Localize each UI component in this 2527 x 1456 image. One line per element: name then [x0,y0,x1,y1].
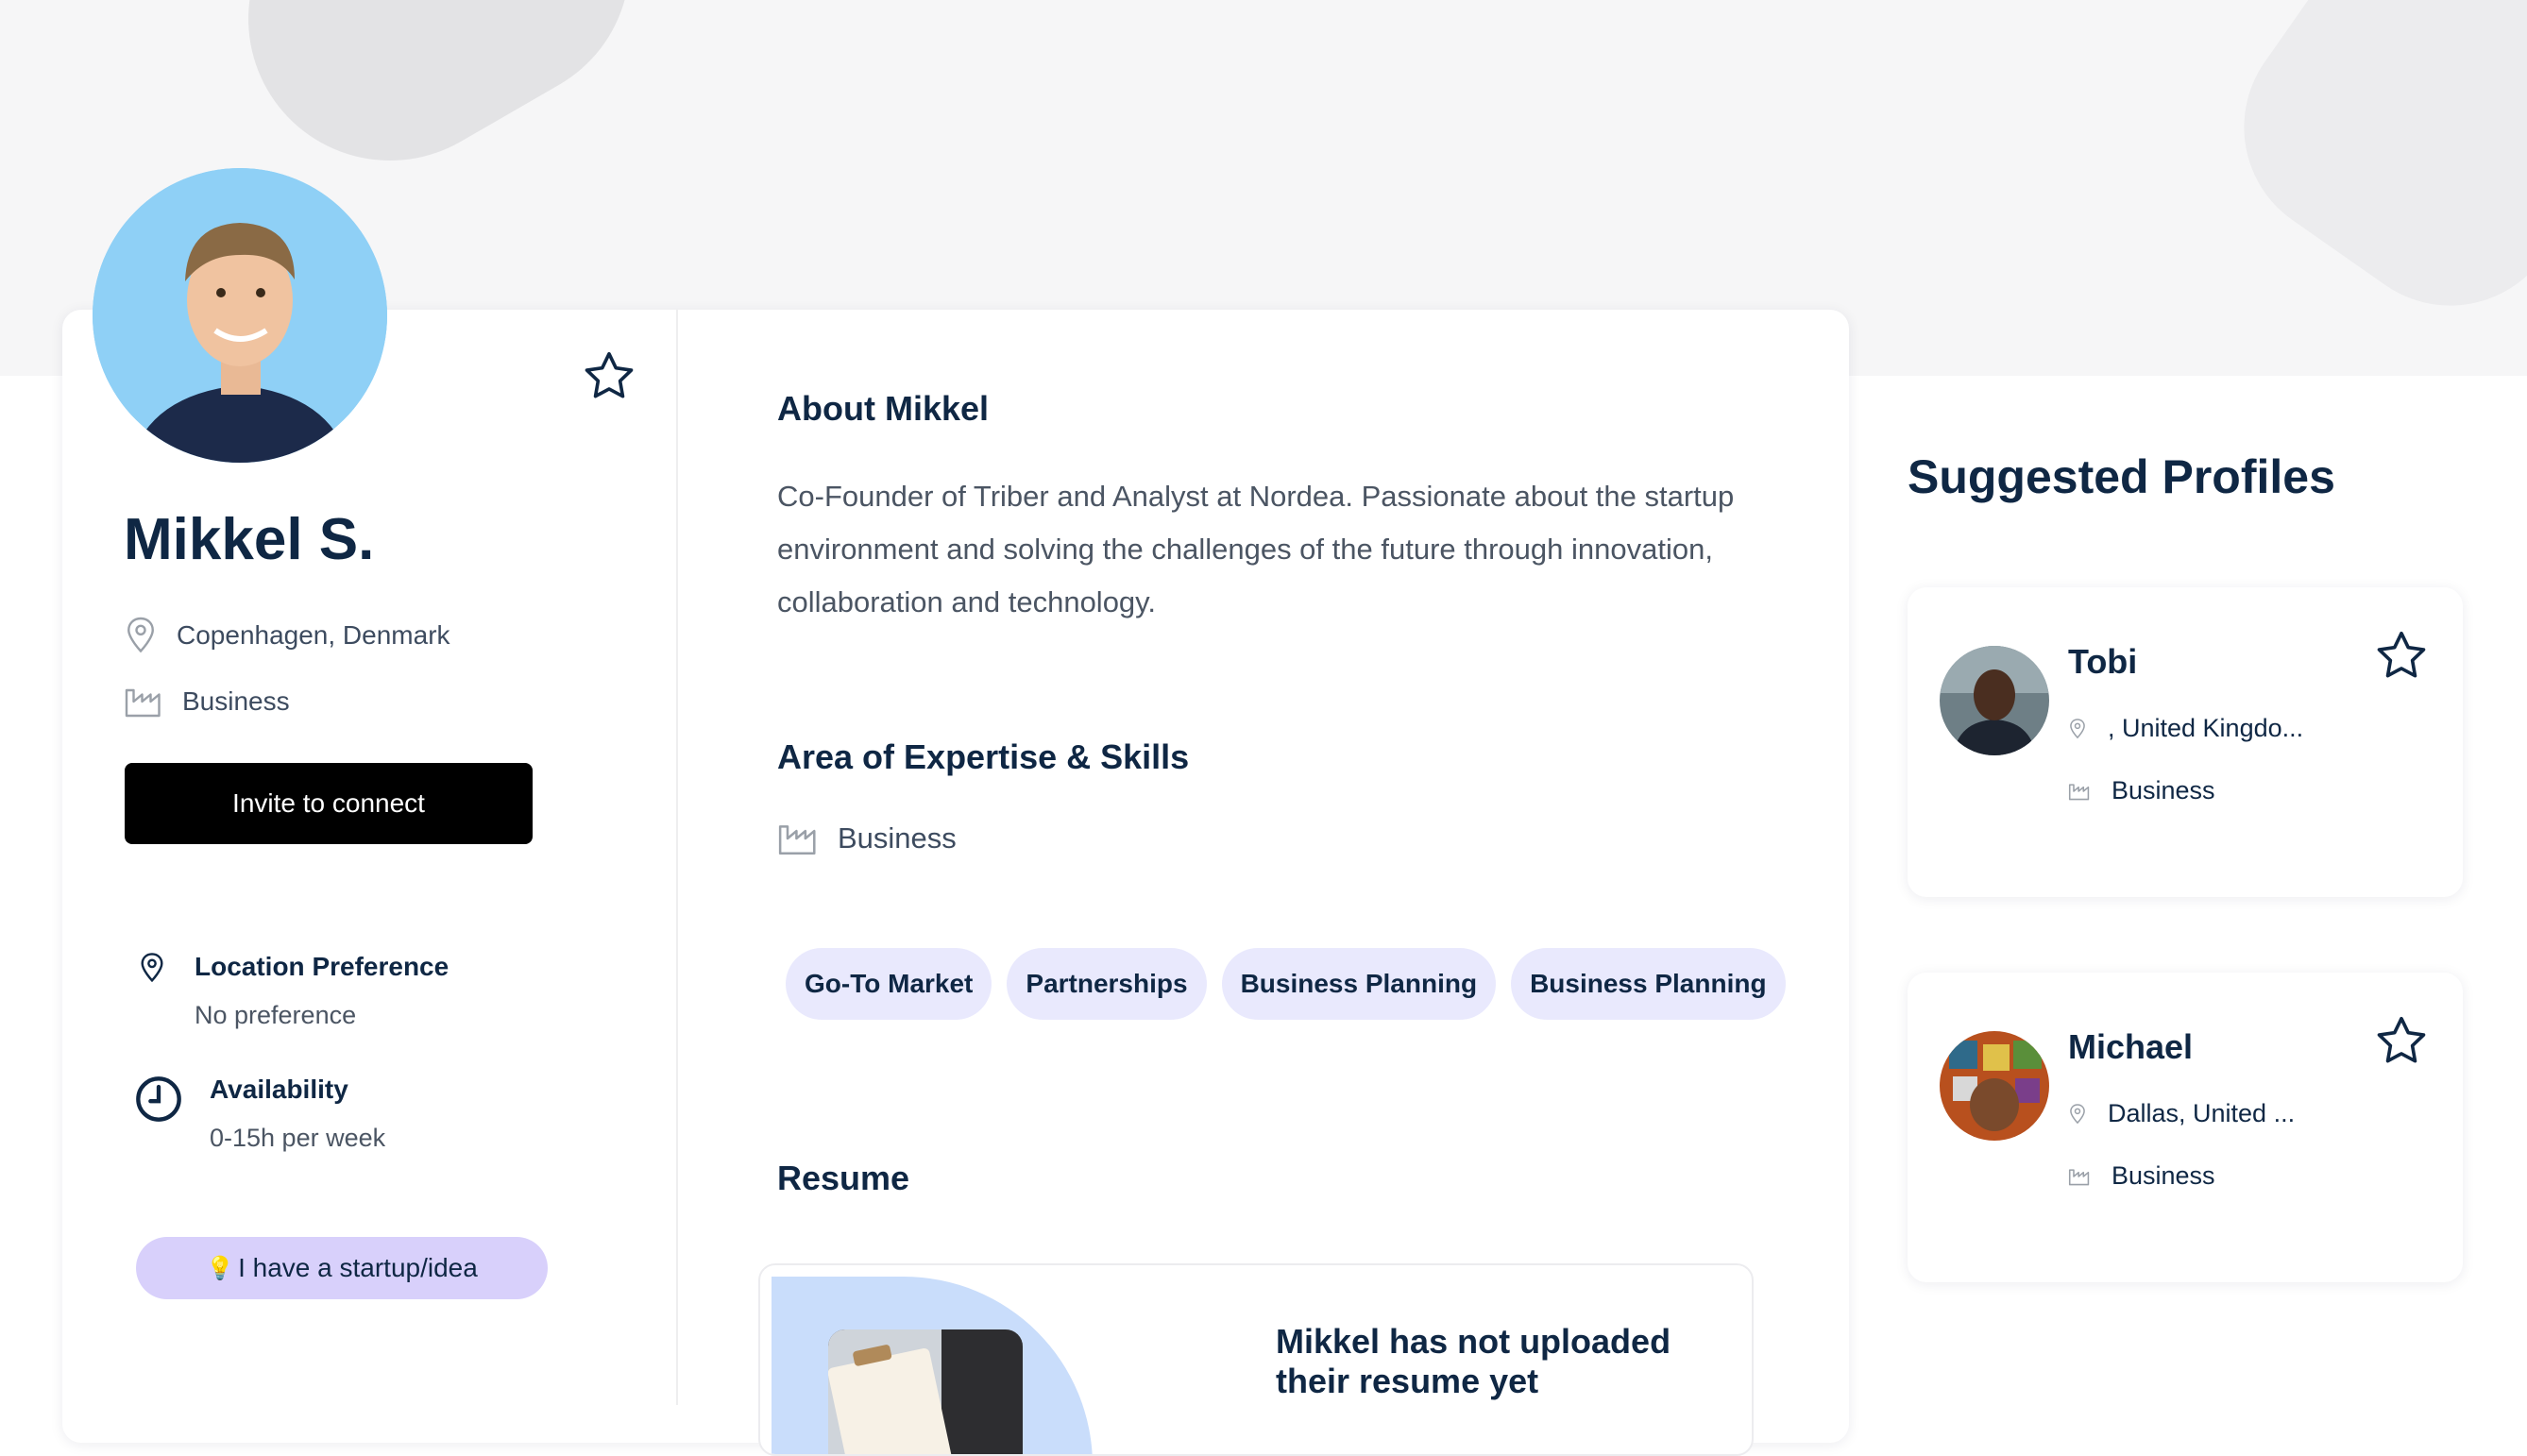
profile-location-text: Copenhagen, Denmark [177,620,450,650]
startup-idea-label: I have a startup/idea [238,1253,478,1282]
favorite-star-icon[interactable] [2372,1012,2431,1071]
suggested-profile-location-text: Dallas, United ... [2108,1099,2296,1127]
skill-tags: Go-To Market Partnerships Business Plann… [786,948,1786,1020]
location-preference-value: No preference [195,1001,357,1029]
suggested-profile-avatar [1940,646,2049,755]
expertise-area: Business [777,820,957,857]
suggested-profile-location-text: , United Kingdo... [2108,714,2304,742]
expertise-area-text: Business [838,821,957,855]
suggested-profile-card[interactable]: Tobi , United Kingdo... Business [1908,587,2463,897]
lightbulb-icon: 💡 [206,1255,235,1281]
suggested-profile-avatar [1940,1031,2049,1141]
about-text: Co-Founder of Triber and Analyst at Nord… [777,480,1735,618]
startup-idea-badge[interactable]: 💡 I have a startup/idea [136,1237,548,1299]
suggested-profile-role-text: Business [2111,1161,2215,1190]
suggested-profile-role: Business [2068,1161,2215,1191]
skill-tag: Business Planning [1221,948,1497,1020]
profile-avatar [93,168,387,463]
resume-card: Mikkel has not uploaded their resume yet [758,1263,1754,1456]
location-pin-icon [124,616,158,655]
skill-tag: Business Planning [1511,948,1786,1020]
suggested-profile-name[interactable]: Michael [2068,1027,2193,1067]
favorite-star-icon[interactable] [2372,627,2431,686]
profile-role: Business [124,684,290,720]
clock-icon-wrap [134,1075,202,1124]
suggested-profile-card[interactable]: Michael Dallas, United ... Business [1908,973,2463,1282]
favorite-star-icon[interactable] [580,347,638,406]
factory-icon [2068,1166,2091,1187]
factory-icon [2068,781,2091,802]
resume-empty-message: Mikkel has not uploaded their resume yet [1276,1322,1671,1400]
availability-value: 0-15h per week [210,1124,386,1152]
skill-tag: Go-To Market [786,948,992,1020]
about-heading: About Mikkel [777,389,990,428]
clock-icon [134,1075,183,1124]
decorative-shape [2199,0,2527,350]
suggested-profile-name[interactable]: Tobi [2068,642,2137,682]
location-pin-icon [138,952,166,984]
profile-name: Mikkel S. [124,507,375,572]
profile-location: Copenhagen, Denmark [124,616,450,655]
invite-to-connect-button[interactable]: Invite to connect [125,763,533,844]
column-divider [676,310,678,1405]
resume-illustration [772,1277,1093,1454]
resume-heading: Resume [777,1159,910,1197]
profile-role-text: Business [182,686,290,716]
clipboard-image [828,1329,1023,1454]
location-pin-icon [2068,718,2087,740]
suggested-profile-location: , United Kingdo... [2068,714,2303,743]
location-pin-icon-wrap [138,952,185,984]
suggested-profile-location: Dallas, United ... [2068,1099,2295,1128]
factory-icon [124,684,163,720]
expertise-heading: Area of Expertise & Skills [777,737,1190,776]
location-preference-title: Location Preference [195,952,449,981]
suggested-profile-role: Business [2068,776,2215,805]
suggested-profile-role-text: Business [2111,776,2215,804]
availability-title: Availability [210,1075,348,1104]
factory-icon [777,820,819,857]
suggested-profiles-heading: Suggested Profiles [1908,450,2335,503]
skill-tag: Partnerships [1007,948,1207,1020]
location-pin-icon [2068,1103,2087,1126]
